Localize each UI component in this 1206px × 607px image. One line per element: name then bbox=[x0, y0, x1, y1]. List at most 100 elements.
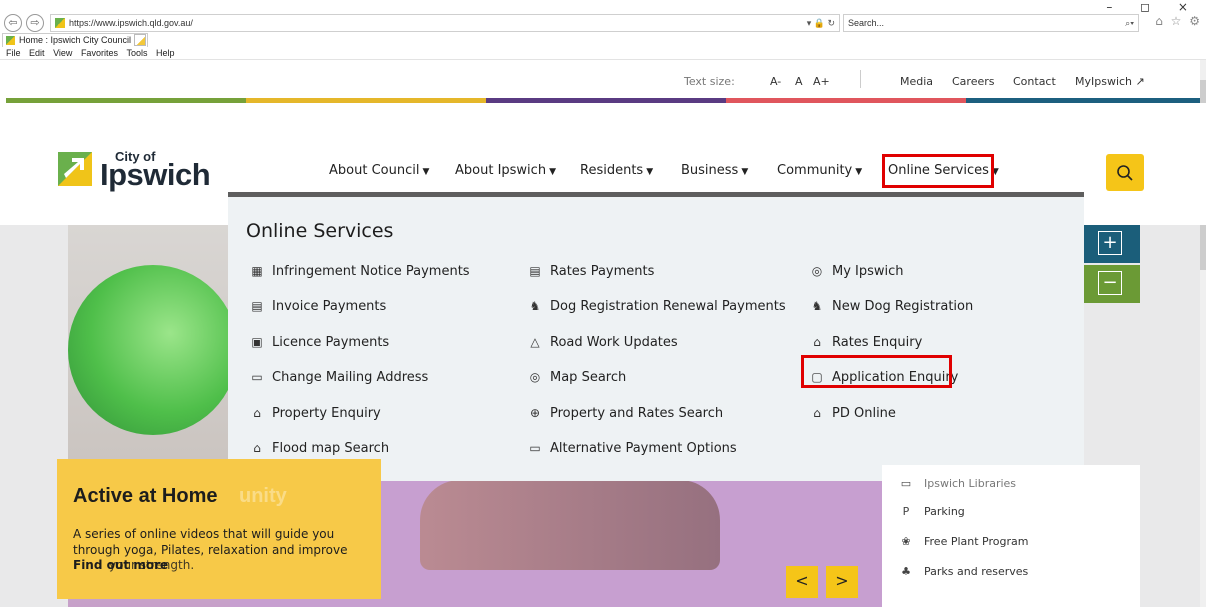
address-tools-icon[interactable]: ▾ 🔒 ↻ bbox=[807, 15, 835, 31]
browser-tab[interactable]: Home : Ipswich City Council × bbox=[2, 33, 148, 47]
menu-help[interactable]: Help bbox=[156, 48, 175, 58]
link-myipswich[interactable]: MyIpswich ↗ bbox=[1075, 75, 1145, 88]
link-property-enquiry[interactable]: ⌂ Property Enquiry bbox=[250, 406, 381, 421]
building-icon: ⌂ bbox=[813, 406, 821, 420]
text-size-normal[interactable]: A bbox=[795, 75, 803, 88]
nav-online-services-highlight bbox=[882, 154, 994, 188]
calendar-icon: ▦ bbox=[251, 264, 263, 278]
link-label: Licence Payments bbox=[272, 335, 390, 350]
link-road-work-updates[interactable]: △ Road Work Updates bbox=[528, 335, 677, 350]
link-label: Invoice Payments bbox=[272, 299, 387, 314]
link-contact[interactable]: Contact bbox=[1013, 75, 1056, 88]
leaf-icon: ❀ bbox=[901, 535, 911, 548]
logo-text-large[interactable]: Ipswich bbox=[100, 157, 211, 193]
link-flood-map-search[interactable]: ⌂ Flood map Search bbox=[250, 441, 389, 456]
toolbar-icons[interactable]: ⌂ ☆ ⚙ bbox=[1155, 14, 1202, 28]
site-search-button[interactable] bbox=[1106, 154, 1144, 191]
link-label: Dog Registration Renewal Payments bbox=[550, 299, 786, 314]
side-link-label: Parks and reserves bbox=[924, 565, 1029, 578]
menu-edit[interactable]: Edit bbox=[29, 48, 45, 58]
side-link-parking[interactable]: P Parking bbox=[898, 505, 965, 518]
promo-description: A series of online videos that will guid… bbox=[73, 527, 348, 557]
tab-favicon bbox=[6, 36, 15, 45]
map-zoom-in-button[interactable]: + bbox=[1084, 225, 1140, 263]
nav-about-ipswich[interactable]: About Ipswich ▼ bbox=[455, 163, 556, 178]
address-bar[interactable]: https://www.ipswich.qld.gov.au/ ▾ 🔒 ↻ bbox=[50, 14, 840, 32]
link-pd-online[interactable]: ⌂ PD Online bbox=[810, 406, 896, 421]
person-image bbox=[420, 480, 720, 570]
new-tab-button[interactable] bbox=[134, 34, 146, 46]
plus-icon: + bbox=[1098, 231, 1122, 255]
side-link-free-plant[interactable]: ❀ Free Plant Program bbox=[898, 535, 1028, 548]
myipswich-label: MyIpswich bbox=[1075, 75, 1133, 88]
caret-down-icon: ▼ bbox=[855, 167, 863, 177]
nav-community[interactable]: Community ▼ bbox=[777, 163, 862, 178]
nav-label: About Ipswich bbox=[455, 163, 547, 178]
link-label: New Dog Registration bbox=[832, 299, 974, 314]
browser-toolbar: ⇦ ⇨ https://www.ipswich.qld.gov.au/ ▾ 🔒 … bbox=[0, 0, 1206, 33]
side-link-libraries[interactable]: ▭ Ipswich Libraries bbox=[898, 477, 1016, 490]
slider-prev-button[interactable]: < bbox=[786, 566, 818, 598]
link-change-mailing-address[interactable]: ▭ Change Mailing Address bbox=[250, 370, 428, 385]
road-icon: △ bbox=[530, 335, 540, 349]
menu-favorites[interactable]: Favorites bbox=[81, 48, 118, 58]
nav-label: Residents bbox=[580, 163, 644, 178]
nav-label: About Council bbox=[329, 163, 420, 178]
link-property-rates-search[interactable]: ⊕ Property and Rates Search bbox=[528, 406, 723, 421]
nav-business[interactable]: Business ▼ bbox=[681, 163, 748, 178]
quick-links-panel: ▭ Ipswich Libraries P Parking ❀ Free Plant … bbox=[882, 465, 1140, 607]
link-label: Map Search bbox=[550, 370, 627, 385]
link-careers[interactable]: Careers bbox=[952, 75, 995, 88]
link-new-dog-registration[interactable]: ♞ New Dog Registration bbox=[810, 299, 974, 314]
link-label: Property and Rates Search bbox=[550, 406, 724, 421]
dog-icon: ♞ bbox=[811, 299, 823, 313]
promo-title: Active at Home bbox=[73, 485, 218, 507]
link-label: Alternative Payment Options bbox=[550, 441, 737, 456]
menu-file[interactable]: File bbox=[6, 48, 21, 58]
link-media[interactable]: Media bbox=[900, 75, 933, 88]
promo-overlap-text: your strength. bbox=[109, 558, 195, 572]
link-infringement-notice-payments[interactable]: ▦ Infringement Notice Payments bbox=[250, 264, 469, 279]
tree-icon: ♣ bbox=[901, 565, 911, 578]
document-icon: ▤ bbox=[251, 299, 263, 313]
city-logo-icon[interactable] bbox=[58, 152, 92, 186]
utility-bar: Text size: A- A A+ Media Careers Contact… bbox=[0, 60, 1206, 98]
search-location-icon: ⊕ bbox=[529, 406, 541, 420]
link-my-ipswich[interactable]: ◎ My Ipswich bbox=[810, 264, 904, 279]
menu-view[interactable]: View bbox=[53, 48, 72, 58]
search-dropdown-icon[interactable]: ⌕▾ bbox=[1125, 15, 1134, 31]
text-size-small[interactable]: A- bbox=[770, 75, 781, 88]
link-label: My Ipswich bbox=[832, 264, 904, 279]
side-link-parks[interactable]: ♣ Parks and reserves bbox=[898, 565, 1028, 578]
link-invoice-payments[interactable]: ▤ Invoice Payments bbox=[250, 299, 386, 314]
online-services-dropdown: Online Services ▦ Infringement Notice Pay… bbox=[228, 192, 1084, 481]
link-alternative-payment-options[interactable]: ▭ Alternative Payment Options bbox=[528, 441, 737, 456]
window-controls[interactable]: – ◻ × bbox=[1106, 0, 1200, 14]
link-label: Rates Payments bbox=[550, 264, 655, 279]
link-licence-payments[interactable]: ▣ Licence Payments bbox=[250, 335, 389, 350]
external-link-icon: ↗ bbox=[1135, 75, 1145, 88]
browser-search-input[interactable]: Search... ⌕▾ bbox=[843, 14, 1139, 32]
back-button[interactable]: ⇦ bbox=[4, 14, 22, 32]
browser-search-placeholder: Search... bbox=[848, 18, 885, 28]
flood-house-icon: ⌂ bbox=[253, 441, 261, 455]
text-size-large[interactable]: A+ bbox=[813, 75, 830, 88]
nav-label: Business bbox=[681, 163, 739, 178]
nav-about-council[interactable]: About Council ▼ bbox=[329, 163, 429, 178]
search-icon bbox=[1117, 165, 1133, 181]
home-icon: ⌂ bbox=[253, 406, 261, 420]
caret-down-icon: ▼ bbox=[741, 167, 749, 177]
forward-button[interactable]: ⇨ bbox=[26, 14, 44, 32]
slider-next-button[interactable]: > bbox=[826, 566, 858, 598]
link-rates-payments[interactable]: ▤ Rates Payments bbox=[528, 264, 654, 279]
promo-card[interactable]: Active at Home unity A series of online … bbox=[57, 459, 381, 599]
nav-residents[interactable]: Residents ▼ bbox=[580, 163, 653, 178]
caret-down-icon: ▼ bbox=[646, 167, 654, 177]
side-link-label: Free Plant Program bbox=[924, 535, 1029, 548]
link-dog-registration-renewal[interactable]: ♞ Dog Registration Renewal Payments bbox=[528, 299, 786, 314]
menu-tools[interactable]: Tools bbox=[126, 48, 147, 58]
map-zoom-out-button[interactable]: − bbox=[1084, 265, 1140, 303]
licence-icon: ▣ bbox=[251, 335, 263, 349]
link-map-search[interactable]: ◎ Map Search bbox=[528, 370, 626, 385]
link-rates-enquiry[interactable]: ⌂ Rates Enquiry bbox=[810, 335, 922, 350]
